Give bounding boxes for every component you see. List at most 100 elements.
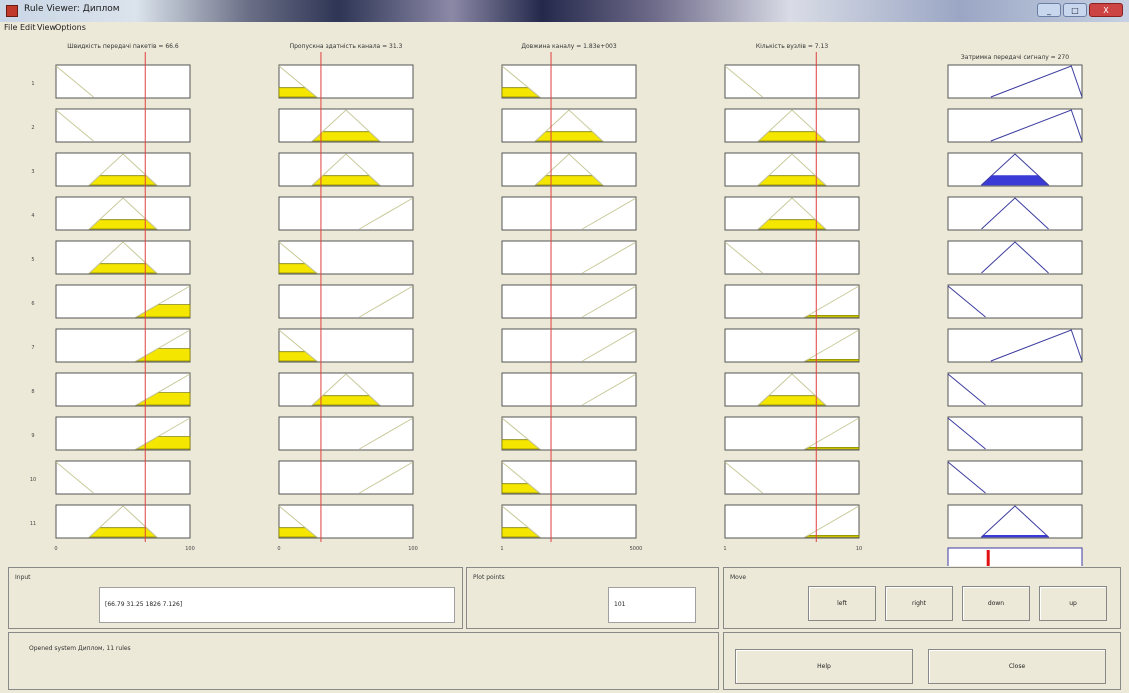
rule-3-col-1-fired-area <box>88 175 158 186</box>
rule-8-col-4-fired-area <box>757 395 827 406</box>
rule-1-col-4-box <box>724 64 860 99</box>
help-close-panel: Help Close <box>723 632 1121 690</box>
rule-9-col-5-box <box>947 416 1083 451</box>
plot-points-label: Plot points <box>473 574 505 581</box>
move-panel: Move left right down up <box>723 567 1121 629</box>
input-label: Input <box>15 574 31 581</box>
rule-2-col-1-box <box>55 108 191 143</box>
move-up-button[interactable]: up <box>1039 586 1107 621</box>
rule-number-4: 4 <box>31 213 34 219</box>
title-bar: Rule Viewer: Диплом _ □ X <box>0 0 1129 22</box>
rule-8-col-3-box <box>501 372 637 407</box>
rule-9-col-4-box <box>724 416 860 451</box>
rule-4-col-3-box <box>501 196 637 231</box>
plot-points-field[interactable]: 101 <box>608 587 696 623</box>
rule-3-col-3-fired-area <box>534 175 604 186</box>
rule-6-col-4-box <box>724 284 860 319</box>
rule-9-col-4-fired-area <box>803 446 860 450</box>
rule-8-col-5-box <box>947 372 1083 407</box>
rule-6-col-3-box <box>501 284 637 319</box>
window-title: Rule Viewer: Диплом <box>24 4 120 14</box>
rule-5-col-3-box <box>501 240 637 275</box>
rule-6-col-5-box <box>947 284 1083 319</box>
rule-7-col-4-box <box>724 328 860 363</box>
move-left-button[interactable]: left <box>808 586 876 621</box>
input-1-tick-max: 100 <box>185 546 195 552</box>
rule-5-col-1-fired-area <box>88 263 158 274</box>
rule-2-col-2-fired-area <box>311 131 381 142</box>
rule-number-1: 1 <box>31 81 34 87</box>
input-1-tick-min: 0 <box>54 546 57 552</box>
input-3-tick-max: 5000 <box>630 546 643 552</box>
rule-2-col-4-fired-area <box>757 131 827 142</box>
input-header-4: Кількість вузлів = 7.13 <box>756 43 829 50</box>
menu-view[interactable]: View <box>37 22 56 34</box>
menu-edit[interactable]: Edit <box>20 22 36 34</box>
rule-plot-area: Швидкість передачі пакетів = 66.6 Пропуск… <box>0 34 1129 566</box>
maximize-button[interactable]: □ <box>1063 3 1087 17</box>
rule-number-3: 3 <box>31 169 34 175</box>
rule-5-col-5-box <box>947 240 1083 275</box>
rule-4-col-1-fired-area <box>88 219 158 230</box>
menu-options[interactable]: Options <box>55 22 86 34</box>
rule-3-col-4-fired-area <box>757 175 827 186</box>
rule-6-col-2-box <box>278 284 414 319</box>
output-header: Затримка передачі сигналу = 270 <box>961 54 1069 61</box>
input-panel: Input [66.79 31.25 1826 7.126] <box>8 567 463 629</box>
rule-3-col-2-fired-area <box>311 175 381 186</box>
plot-points-panel: Plot points 101 <box>466 567 719 629</box>
rule-11-col-4-fired-area <box>803 534 860 538</box>
move-down-button[interactable]: down <box>962 586 1030 621</box>
move-label: Move <box>730 574 747 581</box>
input-header-1: Швидкість передачі пакетів = 66.6 <box>67 43 179 50</box>
input-2-tick-min: 0 <box>277 546 280 552</box>
rule-number-11: 11 <box>30 521 36 527</box>
rule-7-col-3-box <box>501 328 637 363</box>
minimize-button[interactable]: _ <box>1037 3 1061 17</box>
rule-10-col-5-box <box>947 460 1083 495</box>
rule-number-5: 5 <box>31 257 34 263</box>
rule-11-col-5-fired-area <box>980 534 1050 538</box>
rule-8-col-2-fired-area <box>311 395 381 406</box>
menu-bar: File Edit View Options <box>0 22 1129 34</box>
rule-5-col-4-box <box>724 240 860 275</box>
close-button[interactable]: Close <box>928 649 1106 684</box>
rule-3-col-5-fired-area <box>980 175 1050 186</box>
input-2-tick-max: 100 <box>408 546 418 552</box>
input-4-tick-min: 1 <box>723 546 726 552</box>
rule-6-col-4-fired-area <box>803 314 860 318</box>
rule-number-7: 7 <box>31 345 34 351</box>
window-controls: _ □ X <box>1037 3 1123 17</box>
input-3-tick-min: 1 <box>500 546 503 552</box>
rule-number-10: 10 <box>30 477 36 483</box>
rule-plots: Швидкість передачі пакетів = 66.6 Пропуск… <box>30 43 1083 566</box>
matlab-app-icon <box>6 5 18 17</box>
input-header-3: Довжина каналу = 1.83e+003 <box>521 43 617 50</box>
rule-11-col-1-fired-area <box>88 527 158 538</box>
rule-number-6: 6 <box>31 301 34 307</box>
status-text: Opened system Диплом, 11 rules <box>29 645 131 652</box>
input-4-tick-max: 10 <box>856 546 862 552</box>
rule-1-col-1-box <box>55 64 191 99</box>
close-window-button[interactable]: X <box>1089 3 1123 17</box>
rule-number-8: 8 <box>31 389 34 395</box>
rule-4-col-2-box <box>278 196 414 231</box>
input-field[interactable]: [66.79 31.25 1826 7.126] <box>99 587 455 623</box>
aggregated-output-box <box>947 547 1083 566</box>
rule-10-col-2-box <box>278 460 414 495</box>
rule-7-col-4-fired-area <box>803 358 860 362</box>
rule-4-col-5-box <box>947 196 1083 231</box>
rule-11-col-5-box <box>947 504 1083 539</box>
move-right-button[interactable]: right <box>885 586 953 621</box>
rule-4-col-4-fired-area <box>757 219 827 230</box>
rule-number-9: 9 <box>31 433 34 439</box>
input-header-2: Пропускна здатність канала = 31.3 <box>290 43 403 50</box>
rule-2-col-3-fired-area <box>534 131 604 142</box>
rule-10-col-4-box <box>724 460 860 495</box>
rule-9-col-2-box <box>278 416 414 451</box>
rule-10-col-1-box <box>55 460 191 495</box>
rule-11-col-4-box <box>724 504 860 539</box>
status-panel: Opened system Диплом, 11 rules <box>8 632 719 690</box>
help-button[interactable]: Help <box>735 649 913 684</box>
menu-file[interactable]: File <box>4 22 17 34</box>
